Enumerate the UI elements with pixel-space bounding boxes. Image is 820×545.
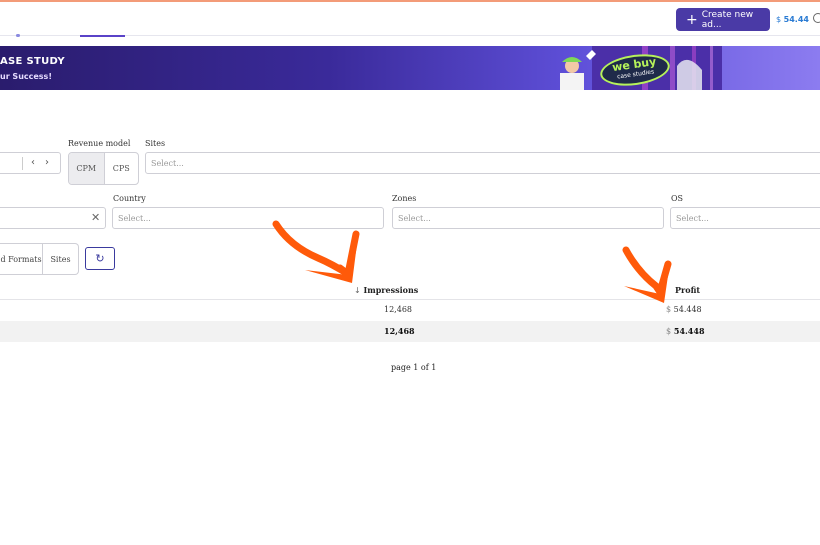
- clear-icon[interactable]: ✕: [91, 211, 100, 224]
- country-label: Country: [113, 194, 146, 203]
- sites-placeholder: Select...: [151, 158, 184, 168]
- country-placeholder: Select...: [118, 213, 151, 223]
- total-impressions: 12,468: [384, 326, 415, 336]
- sites-select[interactable]: Select...: [145, 152, 820, 174]
- active-nav-underline: [80, 35, 125, 37]
- revenue-model-cpm[interactable]: CPM: [69, 153, 105, 184]
- revenue-model-cps[interactable]: CPS: [105, 153, 139, 184]
- plus-icon: +: [686, 11, 698, 28]
- zones-select[interactable]: Select...: [392, 207, 664, 229]
- country-select[interactable]: Select...: [112, 207, 384, 229]
- banner-subtitle: ur Success!: [0, 72, 52, 81]
- zones-label: Zones: [392, 194, 417, 203]
- sort-arrow-down-icon: ↓: [354, 286, 361, 295]
- profit-column-header[interactable]: Profit: [675, 285, 700, 295]
- total-profit: $ 54.448: [666, 326, 705, 336]
- balance-value: 54.44: [783, 15, 809, 24]
- refresh-button[interactable]: ↻: [85, 247, 115, 270]
- date-pager: ‹ ›: [0, 152, 61, 174]
- banner-title: ASE STUDY: [0, 56, 65, 67]
- create-new-ad-button[interactable]: + Create new ad...: [676, 8, 770, 31]
- annotation-arrow-impressions: [272, 220, 360, 278]
- tab-ad-formats[interactable]: d Formats: [0, 244, 43, 274]
- impressions-header-label: Impressions: [363, 285, 419, 295]
- balance[interactable]: $ 54.44: [776, 15, 809, 24]
- annotation-arrow-profit: [622, 246, 672, 296]
- revenue-model-label: Revenue model: [68, 139, 131, 148]
- chevron-right-icon[interactable]: ›: [45, 157, 49, 168]
- row-impressions: 12,468: [384, 305, 412, 314]
- top-bar: + Create new ad... $ 54.44: [0, 2, 820, 36]
- user-menu-icon[interactable]: [813, 13, 820, 23]
- os-placeholder: Select...: [676, 213, 709, 223]
- chevron-left-icon[interactable]: ‹: [31, 157, 35, 168]
- refresh-icon: ↻: [95, 252, 105, 265]
- row-profit: $ 54.448: [666, 305, 702, 314]
- os-label: OS: [671, 194, 684, 203]
- promo-banner[interactable]: ASE STUDY ur Success! we buy case studie…: [0, 46, 820, 90]
- pagination-info: page 1 of 1: [391, 363, 437, 372]
- revenue-model-toggle: CPM CPS: [68, 152, 139, 185]
- sites-label: Sites: [145, 139, 166, 148]
- balance-currency: $: [776, 15, 782, 24]
- group-by-tabs: d Formats Sites: [0, 243, 79, 275]
- table-header-divider: [0, 299, 820, 300]
- pager-separator: [22, 157, 23, 170]
- zones-placeholder: Select...: [398, 213, 431, 223]
- os-select[interactable]: Select...: [670, 207, 820, 229]
- create-new-ad-label: Create new ad...: [701, 9, 754, 30]
- nav-indicator-dot: [16, 34, 20, 37]
- impressions-column-header[interactable]: ↓ Impressions: [354, 285, 418, 295]
- tab-sites[interactable]: Sites: [43, 244, 78, 274]
